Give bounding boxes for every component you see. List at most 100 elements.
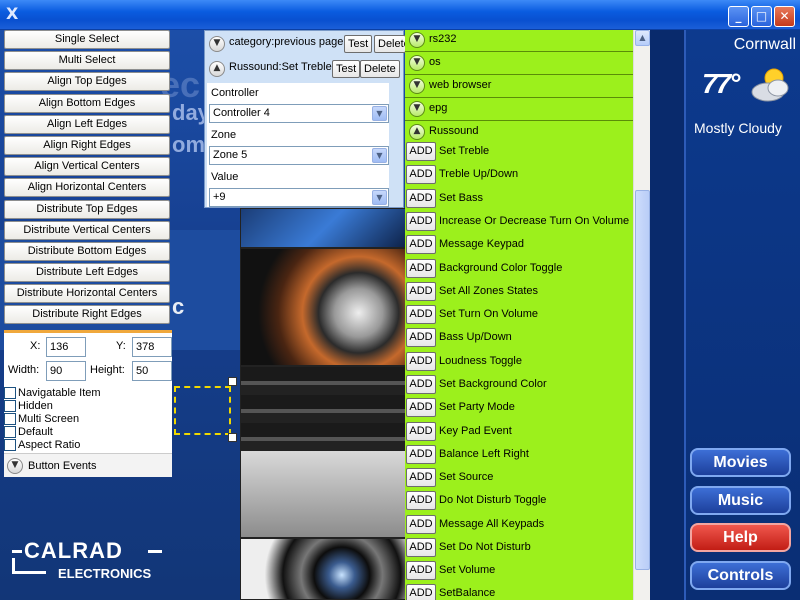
add-button[interactable]: ADD bbox=[406, 212, 436, 231]
add-button[interactable]: ADD bbox=[406, 398, 436, 417]
align-left-edges-button[interactable]: Align Left Edges bbox=[4, 114, 170, 134]
controls-button[interactable]: Controls bbox=[690, 561, 791, 590]
align-top-edges-button[interactable]: Align Top Edges bbox=[4, 72, 170, 92]
distribute-horizontal-centers-button[interactable]: Distribute Horizontal Centers bbox=[4, 284, 170, 304]
minimize-button[interactable]: _ bbox=[728, 6, 749, 27]
background-text: om bbox=[172, 132, 205, 157]
zone-select[interactable]: Zone 5 ▼ bbox=[209, 146, 389, 165]
test-button[interactable]: Test bbox=[332, 60, 361, 78]
resize-handle[interactable] bbox=[228, 433, 237, 442]
test-button[interactable]: Test bbox=[344, 35, 373, 53]
resize-handle[interactable] bbox=[228, 377, 237, 386]
properties-panel: X: Y: Width: Height: Navigatable Item Hi… bbox=[4, 330, 172, 477]
weather-city: Cornwall bbox=[733, 36, 796, 53]
distribute-left-edges-button[interactable]: Distribute Left Edges bbox=[4, 263, 170, 283]
music-button[interactable]: Music bbox=[690, 486, 791, 515]
category-web-browser[interactable]: ▼ web browser bbox=[405, 74, 633, 96]
chevron-down-icon: ▼ bbox=[409, 78, 425, 94]
add-button[interactable]: ADD bbox=[406, 305, 436, 324]
chevron-down-icon[interactable]: ▼ bbox=[209, 36, 225, 52]
align-vertical-centers-button[interactable]: Align Vertical Centers bbox=[4, 157, 170, 177]
add-button[interactable]: ADD bbox=[406, 491, 436, 510]
add-button[interactable]: ADD bbox=[406, 235, 436, 254]
default-checkbox[interactable]: Default bbox=[4, 426, 53, 439]
delete-button[interactable]: Delete bbox=[360, 60, 400, 78]
chevron-up-icon[interactable]: ▲ bbox=[209, 61, 225, 77]
align-bottom-edges-button[interactable]: Align Bottom Edges bbox=[4, 93, 170, 113]
command-item: ADD Do Not Disturb Toggle bbox=[405, 489, 633, 512]
distribute-vertical-centers-button[interactable]: Distribute Vertical Centers bbox=[4, 220, 170, 240]
category-russound[interactable]: ▲ Russound bbox=[405, 120, 633, 142]
add-button[interactable]: ADD bbox=[406, 422, 436, 441]
selected-element-outline[interactable] bbox=[174, 386, 231, 435]
alignment-toolbox: Single Select Multi Select Align Top Edg… bbox=[4, 30, 172, 327]
title-bar: X _ □ ✕ bbox=[0, 0, 800, 30]
add-button[interactable]: ADD bbox=[406, 189, 436, 208]
zone-label: Zone bbox=[211, 129, 237, 141]
add-button[interactable]: ADD bbox=[406, 515, 436, 534]
category-epg[interactable]: ▼ epg bbox=[405, 97, 633, 119]
add-button[interactable]: ADD bbox=[406, 584, 436, 600]
controller-label: Controller bbox=[211, 87, 259, 99]
navigatable-item-checkbox[interactable]: Navigatable Item bbox=[4, 387, 101, 400]
distribute-right-edges-button[interactable]: Distribute Right Edges bbox=[4, 305, 170, 325]
weather-temperature: 77° bbox=[702, 68, 740, 99]
single-select-button[interactable]: Single Select bbox=[4, 30, 170, 49]
add-button[interactable]: ADD bbox=[406, 375, 436, 394]
command-item: ADD Set Source bbox=[405, 466, 633, 489]
add-button[interactable]: ADD bbox=[406, 538, 436, 557]
add-button[interactable]: ADD bbox=[406, 468, 436, 487]
app-icon: X bbox=[6, 4, 19, 23]
height-label: Height: bbox=[90, 364, 125, 376]
chevron-down-icon: ▼ bbox=[409, 55, 425, 71]
add-button[interactable]: ADD bbox=[406, 165, 436, 184]
delete-button[interactable]: Delete bbox=[374, 35, 406, 53]
align-horizontal-centers-button[interactable]: Align Horizontal Centers bbox=[4, 178, 170, 198]
command-item: ADD Set All Zones States bbox=[405, 280, 633, 303]
close-button[interactable]: ✕ bbox=[774, 6, 795, 27]
y-input[interactable] bbox=[132, 337, 172, 357]
align-right-edges-button[interactable]: Align Right Edges bbox=[4, 135, 170, 155]
command-list-scrollbar[interactable]: ▲ bbox=[633, 30, 650, 600]
action-row-previous-page: ▼ category:previous page Test Delete bbox=[205, 31, 406, 57]
command-item: ADD Loudness Toggle bbox=[405, 350, 633, 373]
chevron-down-icon: ▼ bbox=[409, 101, 425, 117]
multi-screen-checkbox[interactable]: Multi Screen bbox=[4, 413, 79, 426]
width-input[interactable] bbox=[46, 361, 86, 381]
theater-seats-image bbox=[240, 366, 410, 450]
scrollbar-thumb[interactable] bbox=[635, 190, 650, 570]
aspect-ratio-checkbox[interactable]: Aspect Ratio bbox=[4, 439, 80, 452]
controller-select[interactable]: Controller 4 ▼ bbox=[209, 104, 389, 123]
scroll-up-icon[interactable]: ▲ bbox=[635, 30, 650, 46]
hidden-checkbox[interactable]: Hidden bbox=[4, 400, 53, 413]
height-input[interactable] bbox=[132, 361, 172, 381]
add-button[interactable]: ADD bbox=[406, 445, 436, 464]
add-button[interactable]: ADD bbox=[406, 282, 436, 301]
partly-cloudy-icon bbox=[751, 68, 789, 102]
help-button[interactable]: Help bbox=[690, 523, 791, 552]
distribute-bottom-edges-button[interactable]: Distribute Bottom Edges bbox=[4, 241, 170, 261]
camera-lens-image bbox=[240, 538, 410, 600]
command-item: ADD Message Keypad bbox=[405, 233, 633, 256]
y-label: Y: bbox=[116, 340, 126, 352]
add-button[interactable]: ADD bbox=[406, 352, 436, 371]
command-item: ADD Set Party Mode bbox=[405, 396, 633, 419]
command-item: ADD Set Treble bbox=[405, 140, 633, 163]
multi-select-button[interactable]: Multi Select bbox=[4, 51, 170, 71]
action-parameters: Controller Controller 4 ▼ Zone Zone 5 ▼ Va… bbox=[207, 83, 389, 207]
value-label: Value bbox=[211, 171, 239, 183]
add-button[interactable]: ADD bbox=[406, 328, 436, 347]
add-button[interactable]: ADD bbox=[406, 142, 436, 161]
add-button[interactable]: ADD bbox=[406, 561, 436, 580]
x-input[interactable] bbox=[46, 337, 86, 357]
category-rs232[interactable]: ▼ rs232 bbox=[405, 30, 633, 50]
button-events-expander[interactable]: ▼ Button Events bbox=[4, 453, 172, 477]
designer-canvas: ec day om c CALRAD ELECTRONICS Single Se… bbox=[0, 30, 800, 600]
distribute-top-edges-button[interactable]: Distribute Top Edges bbox=[4, 199, 170, 219]
value-select[interactable]: +9 ▼ bbox=[209, 188, 389, 207]
add-button[interactable]: ADD bbox=[406, 259, 436, 278]
category-os[interactable]: ▼ os bbox=[405, 51, 633, 73]
movies-button[interactable]: Movies bbox=[690, 448, 791, 477]
maximize-button[interactable]: □ bbox=[751, 6, 772, 27]
command-item: ADD Message All Keypads bbox=[405, 513, 633, 536]
